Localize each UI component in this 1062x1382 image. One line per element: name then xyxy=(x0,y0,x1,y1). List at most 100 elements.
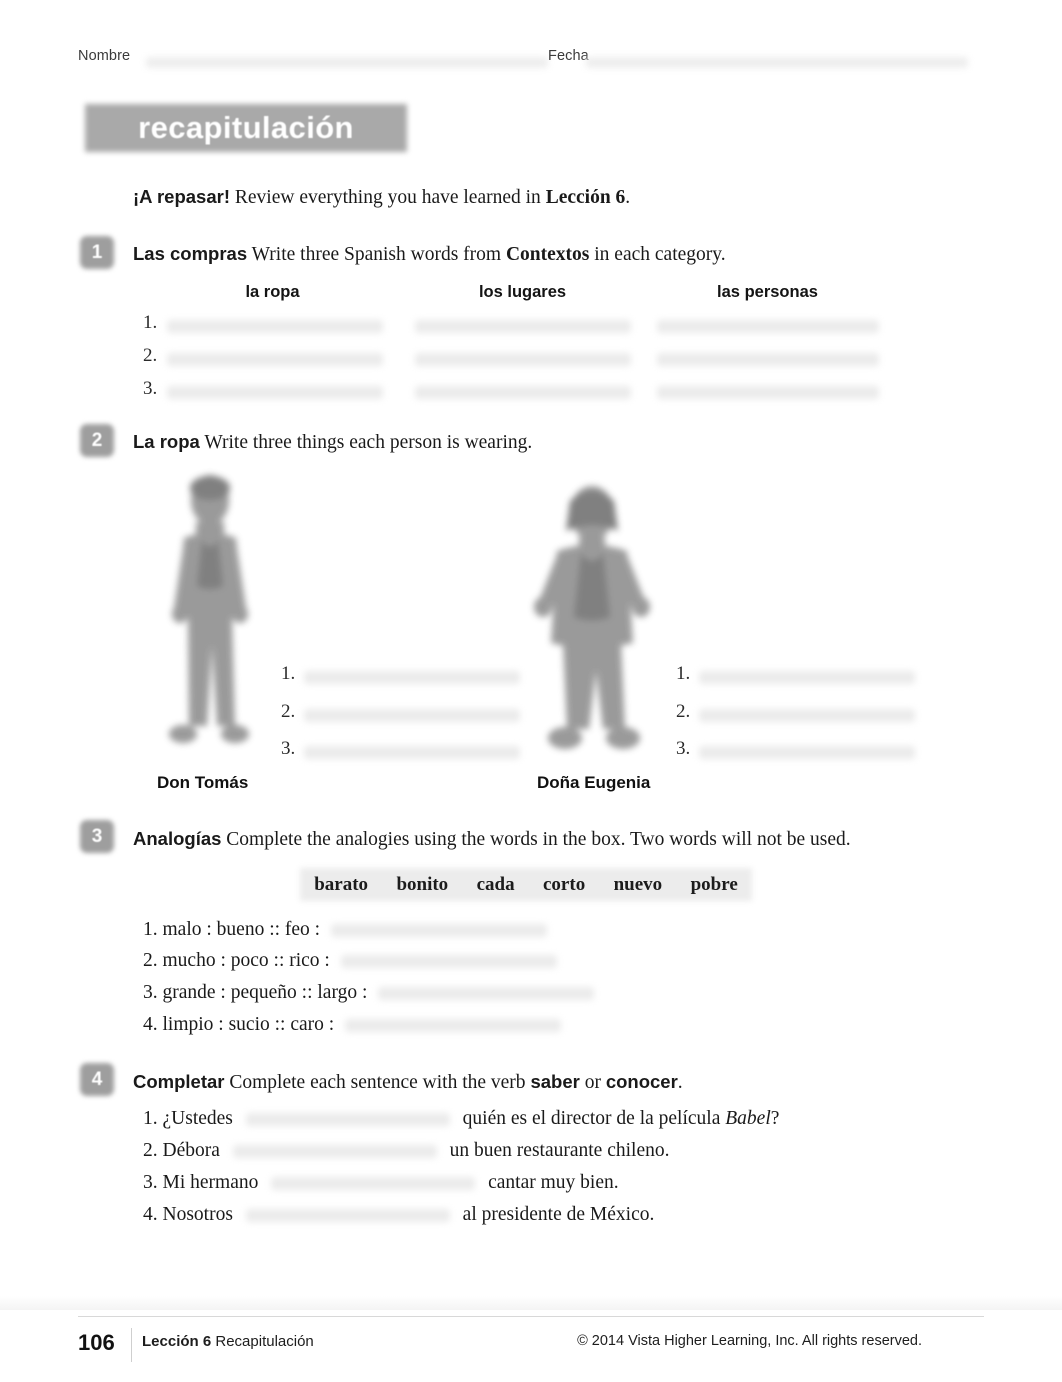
activity-2-left-blank-1[interactable] xyxy=(304,671,520,684)
activity-3-item-2-index: 2. xyxy=(143,950,158,971)
activity-1-blank-r3c3[interactable] xyxy=(657,386,879,399)
activity-3-item-1-blank[interactable] xyxy=(330,924,547,938)
activity-4-item-1-title: Babel xyxy=(725,1108,771,1129)
activity-1-blank-r1c1[interactable] xyxy=(167,320,383,333)
activity-2-left-blank-2[interactable] xyxy=(304,709,520,722)
footer-lesson-info: Lección 6 Recapitulación xyxy=(142,1333,314,1350)
activity-1-blank-r2c2[interactable] xyxy=(415,353,631,366)
footer-section: Recapitulación xyxy=(215,1333,314,1350)
fecha-label: Fecha xyxy=(548,48,589,64)
nombre-blank-line[interactable] xyxy=(146,57,548,68)
activity-1-blank-r3c1[interactable] xyxy=(167,386,383,399)
intro-body-before: Review everything you have learned in xyxy=(234,187,546,208)
activity-2-title: La ropa xyxy=(133,431,200,452)
activity-3-item-1-index: 1. xyxy=(143,919,158,940)
activity-4-item-3-index: 3. xyxy=(143,1172,158,1193)
activity-1-instruction-before: Write three Spanish words from xyxy=(251,244,506,265)
activity-3-heading: Analogías Complete the analogies using t… xyxy=(133,828,851,851)
activity-4-instruction-after: . xyxy=(677,1072,683,1093)
student-header: Nombre Fecha xyxy=(78,46,984,72)
column-header-ropa: la ropa xyxy=(245,283,300,301)
activity-2-right-blank-3[interactable] xyxy=(699,746,915,759)
activity-4-verb-conocer: conocer xyxy=(605,1071,678,1092)
activity-4-item-1-index: 1. xyxy=(143,1108,158,1129)
intro-lead: ¡A repasar! xyxy=(133,186,230,207)
activity-3-item-3: 3. grande : pequeño :: largo : xyxy=(143,982,595,1004)
worksheet-page: Nombre Fecha recapitulación ¡A repasar! … xyxy=(0,0,1062,1382)
activity-4-item-1: 1. ¿Ustedes quién es el director de la p… xyxy=(143,1108,779,1130)
intro-body-after: . xyxy=(625,187,631,208)
dona-eugenia-caption: Doña Eugenia xyxy=(537,773,651,792)
activity-2-heading: La ropa Write three things each person i… xyxy=(133,431,532,454)
activity-4-item-1-blank[interactable] xyxy=(245,1113,450,1127)
footer-copyright: © 2014 Vista Higher Learning, Inc. All r… xyxy=(577,1333,922,1349)
activity-1-number: 1 xyxy=(91,241,103,263)
activity-4-item-1-tail: ? xyxy=(770,1108,780,1129)
page-title: recapitulación xyxy=(138,110,354,145)
activity-2-right-blank-1[interactable] xyxy=(699,671,915,684)
activity-1-instruction-after: in each category. xyxy=(589,244,726,265)
activity-1-heading: Las compras Write three Spanish words fr… xyxy=(133,243,726,266)
activity-1-row-index-3: 3. xyxy=(143,378,158,399)
activity-2-right-index-3: 3. xyxy=(676,738,691,759)
nombre-label: Nombre xyxy=(78,48,131,64)
activity-1-blank-r1c2[interactable] xyxy=(415,320,631,333)
activity-3-number: 3 xyxy=(91,825,103,847)
activity-4-item-2-post: un buen restaurante chileno. xyxy=(449,1140,670,1161)
activity-1-title: Las compras xyxy=(133,243,248,264)
activity-4-item-2-blank[interactable] xyxy=(232,1145,437,1159)
activity-3-title: Analogías xyxy=(133,828,222,849)
footer-lesson: Lección 6 xyxy=(142,1333,212,1350)
activity-2-right-blank-2[interactable] xyxy=(699,709,915,722)
activity-4-heading: Completar Complete each sentence with th… xyxy=(133,1071,683,1094)
activity-2-right-index-2: 2. xyxy=(676,701,691,722)
activity-1-row-index-2: 2. xyxy=(143,345,158,366)
footer-vertical-rule xyxy=(131,1328,132,1362)
activity-2-left-index-2: 2. xyxy=(281,701,296,722)
fecha-blank-line[interactable] xyxy=(586,57,968,68)
activity-4-number: 4 xyxy=(91,1068,103,1090)
activity-2-left-index-1: 1. xyxy=(281,663,296,684)
word-bank-item-barato: barato xyxy=(314,873,369,895)
activity-3-item-2-blank[interactable] xyxy=(340,955,557,969)
activity-4-item-4: 4. Nosotros al presidente de México. xyxy=(143,1204,654,1226)
activity-4-item-4-blank[interactable] xyxy=(245,1209,450,1223)
footer-divider xyxy=(78,1316,984,1317)
intro-lesson-emphasis: Lección 6 xyxy=(545,187,626,208)
activity-3-item-1-text: malo : bueno :: feo : xyxy=(162,919,321,940)
word-bank-item-bonito: bonito xyxy=(396,873,449,895)
word-bank-item-pobre: pobre xyxy=(690,873,738,895)
activity-2-right-index-1: 1. xyxy=(676,663,691,684)
activity-4-item-2-index: 2. xyxy=(143,1140,158,1161)
activity-4-item-4-pre: Nosotros xyxy=(162,1204,233,1225)
activity-4-item-4-post: al presidente de México. xyxy=(462,1204,655,1225)
activity-3-item-4: 4. limpio : sucio :: caro : xyxy=(143,1014,562,1036)
activity-2-number: 2 xyxy=(91,429,103,451)
activity-1-blank-r2c3[interactable] xyxy=(657,353,879,366)
activity-4-instruction-mid: or xyxy=(579,1072,606,1093)
activity-3-item-4-text: limpio : sucio :: caro : xyxy=(162,1014,335,1035)
activity-4-item-3-post: cantar muy bien. xyxy=(488,1172,619,1193)
activity-4-item-3-blank[interactable] xyxy=(271,1177,476,1191)
activity-4-item-2: 2. Débora un buen restaurante chileno. xyxy=(143,1140,669,1162)
activity-4-item-4-index: 4. xyxy=(143,1204,158,1225)
activity-1-blank-r2c1[interactable] xyxy=(167,353,383,366)
activity-2-left-index-3: 3. xyxy=(281,738,296,759)
word-bank-item-nuevo: nuevo xyxy=(613,873,663,895)
activity-3-instruction: Complete the analogies using the words i… xyxy=(226,829,851,850)
page-number: 106 xyxy=(78,1330,115,1355)
activity-1-blank-r3c2[interactable] xyxy=(415,386,631,399)
activity-2-left-blank-3[interactable] xyxy=(304,746,520,759)
activity-4-item-2-pre: Débora xyxy=(162,1140,220,1161)
activity-4-title: Completar xyxy=(133,1071,225,1092)
activity-4-item-3-pre: Mi hermano xyxy=(162,1172,259,1193)
activity-3-item-3-text: grande : pequeño :: largo : xyxy=(162,982,368,1003)
activity-3-item-2: 2. mucho : poco :: rico : xyxy=(143,950,557,972)
activity-1-blank-r1c3[interactable] xyxy=(657,320,879,333)
activity-1-row-index-1: 1. xyxy=(143,312,158,333)
activity-3-item-4-blank[interactable] xyxy=(345,1019,562,1033)
don-tomas-illustration xyxy=(169,475,249,743)
word-bank-item-cada: cada xyxy=(476,873,515,895)
activity-3-item-3-blank[interactable] xyxy=(378,987,595,1001)
page-bottom-fade xyxy=(0,1296,1062,1310)
